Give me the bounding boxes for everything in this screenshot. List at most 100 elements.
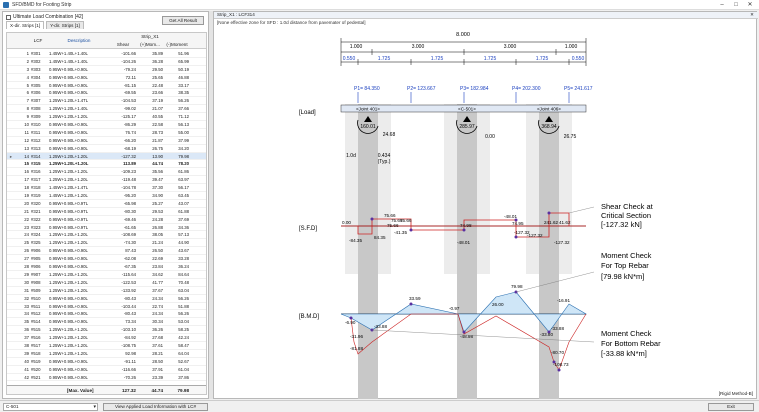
table-row[interactable]: 32 #510 0.95W+0.90L+0.90L -80.43 24.34 56.26 bbox=[7, 295, 206, 303]
row-moment-pos: 21.07 bbox=[152, 106, 163, 112]
row-description: 0.95W+0.90L+0.90L bbox=[49, 311, 88, 317]
table-row[interactable]: 30 #908 1.25W+1.20L+1.20L -122.53 41.77 70.48 bbox=[7, 279, 206, 287]
bmd-value: 26.00 bbox=[492, 302, 504, 307]
row-description: 1.25W+1.20L+1.20L bbox=[49, 342, 88, 348]
col-description[interactable]: Description bbox=[49, 38, 109, 43]
row-shear: -95.20 bbox=[123, 193, 136, 199]
table-row[interactable]: 34 #512 0.95W+0.90L+0.90L -80.43 24.34 56.26 bbox=[7, 310, 206, 319]
chevron-down-icon[interactable]: ▾ bbox=[93, 404, 96, 410]
table-row[interactable]: 35 #514 0.95W+0.90L+0.90L 73.34 30.34 53.04 bbox=[7, 318, 206, 327]
table-row[interactable]: 26 #906 0.95W+0.90L+0.90L 87.43 26.50 43.67 bbox=[7, 247, 206, 256]
dim-j: 0.550 bbox=[572, 56, 585, 62]
row-moment-pos: 37.61 bbox=[152, 342, 163, 348]
row-shear: 76.74 bbox=[125, 129, 136, 135]
table-row[interactable]: 10 #310 0.95W+0.90L+0.90L -86.29 22.58 56.13 bbox=[7, 121, 206, 129]
table-row[interactable]: 17 #317 1.25W+1.20L+1.20L -119.48 39.47 63.97 bbox=[7, 176, 206, 185]
table-row[interactable]: 3 #303 0.95W+0.90L+0.90L -79.24 29.50 50.19 bbox=[7, 66, 206, 74]
view-load-info-button[interactable]: View Applied Load Information with LC# bbox=[103, 403, 208, 411]
tab-x-dir-strips[interactable]: X-dir. Strips [1] bbox=[6, 21, 45, 29]
row-shear: -108.69 bbox=[121, 232, 136, 238]
row-number: 14 bbox=[24, 153, 29, 159]
bmd-value: -6.90 bbox=[345, 320, 356, 325]
table-row[interactable]: 21 #321 0.95W+0.90L+0.9TL -80.30 29.53 61.88 bbox=[7, 208, 206, 216]
row-shear: 87.43 bbox=[125, 248, 136, 254]
table-row[interactable]: ▸ 14 #314 1.25W+1.20L+1.20L -127.32 13.90 79.9… bbox=[7, 152, 206, 161]
table-row[interactable]: 41 #520 0.95W+0.90L+0.90L -116.66 37.91 61.04 bbox=[7, 366, 206, 374]
table-row[interactable]: 11 #311 0.95W+0.90L+0.90L 76.74 28.73 55.00 bbox=[7, 129, 206, 137]
table-row[interactable]: 33 #511 0.95W+0.90L+0.90L -103.44 22.74 51.88 bbox=[7, 303, 206, 311]
combo-value: C-501 bbox=[6, 404, 19, 409]
exit-button[interactable]: Exit bbox=[708, 403, 754, 411]
row-description: 1.25W+1.20L+1.4TL bbox=[49, 98, 89, 104]
table-row[interactable]: 1 #301 1.45W+1.40L+1.40L -101.66 35.89 51.96 bbox=[7, 50, 206, 58]
table-row[interactable]: 20 #320 0.95W+0.90L+0.9TL -65.98 25.27 43.07 bbox=[7, 200, 206, 208]
row-moment-pos: 38.05 bbox=[152, 232, 163, 238]
col-moment-neg[interactable]: (-)Moment bbox=[164, 42, 190, 47]
table-row[interactable]: 23 #323 0.95W+0.90L+0.9TL -61.65 26.88 34.36 bbox=[7, 224, 206, 232]
table-row[interactable]: 7 #307 1.25W+1.20L+1.4TL -104.53 37.19 56.26 bbox=[7, 97, 206, 106]
lcf-combo-select[interactable]: C-501 ▾ bbox=[3, 403, 98, 411]
table-row[interactable]: 12 #312 0.95W+0.90L+0.90L -66.20 21.87 37.99 bbox=[7, 137, 206, 145]
table-row[interactable]: 37 #516 1.25W+1.20L+1.20L -84.92 27.68 42.24 bbox=[7, 334, 206, 342]
row-moment-pos: 25.65 bbox=[152, 74, 163, 80]
row-description: 1.25W+1.20L+1.20L bbox=[49, 335, 88, 341]
row-moment-pos: 28.50 bbox=[152, 358, 163, 364]
max-value-row: [Max. Value] 127.32 44.74 79.98 bbox=[7, 385, 206, 394]
tab-y-dir-strips[interactable]: Y-dir. Strips [1] bbox=[46, 21, 84, 29]
table-row[interactable]: 16 #316 1.25W+1.20L+1.20L -109.23 35.56 61.86 bbox=[7, 168, 206, 177]
table-row[interactable]: 31 #509 1.25W+1.20L+1.20L -133.92 37.67 63.04 bbox=[7, 287, 206, 295]
row-moment-pos: 37.19 bbox=[152, 98, 163, 104]
row-description: 0.95W+0.90L+0.90L bbox=[49, 248, 88, 254]
sfd-value: 74.95 bbox=[512, 221, 524, 226]
table-row[interactable]: 24 #324 1.25W+1.20L+1.20L -108.69 38.05 57.13 bbox=[7, 231, 206, 240]
row-shear: -69.46 bbox=[123, 216, 136, 222]
row-moment-neg: 44.90 bbox=[178, 240, 189, 246]
table-row[interactable]: 40 #519 0.95W+0.90L+0.90L -91.11 28.50 52.67 bbox=[7, 358, 206, 366]
row-moment-neg: 53.04 bbox=[178, 319, 189, 325]
minimize-button[interactable]: – bbox=[715, 0, 729, 10]
col-shear[interactable]: Shear bbox=[110, 42, 136, 47]
table-row[interactable]: 28 #906 0.95W+0.90L+0.90L -67.35 23.84 36.24 bbox=[7, 263, 206, 271]
table-row[interactable]: 18 #318 1.45W+1.20L+1.4TL -104.78 37.30 56.17 bbox=[7, 184, 206, 193]
row-description: 1.25W+1.20L+1.20L bbox=[49, 161, 89, 167]
table-row[interactable]: 2 #302 1.45W+1.40L+1.40L -104.26 36.28 65.99 bbox=[7, 58, 206, 66]
moment-top-title: Moment Check bbox=[601, 251, 652, 260]
col-lcf[interactable]: LCF bbox=[29, 38, 47, 43]
table-row[interactable]: 6 #306 0.95W+0.90L+0.90L -69.55 23.66 38.35 bbox=[7, 89, 206, 98]
row-description: 0.95W+0.90L+0.90L bbox=[49, 90, 88, 96]
table-row[interactable]: 4 #304 0.95W+0.90L+0.90L 72.11 25.65 46.88 bbox=[7, 74, 206, 82]
joint-c501: <C-501> bbox=[458, 107, 476, 112]
load-combination-group[interactable]: Ultimate Load Combination [42] bbox=[6, 14, 83, 20]
table-row[interactable]: 39 #518 1.25W+1.20L+1.20L 92.98 28.21 64.04 bbox=[7, 350, 206, 358]
row-lcf: #906 bbox=[31, 248, 41, 254]
row-number: 18 bbox=[24, 185, 29, 191]
table-row[interactable]: 42 #521 0.95W+0.90L+0.90L -70.26 23.39 37.86 bbox=[7, 374, 206, 382]
row-description: 1.25W+1.20L+1.20L bbox=[49, 232, 88, 238]
row-description: 1.25W+1.20L+1.20L bbox=[49, 153, 88, 159]
row-lcf: #320 bbox=[31, 200, 41, 206]
combination-checkbox[interactable] bbox=[6, 14, 11, 20]
dist-typ: (Typ.) bbox=[378, 159, 391, 165]
maximize-button[interactable]: □ bbox=[729, 0, 743, 10]
sfd-bmd-diagram: 8.000 1.000 3.000 3.000 1.000 0.550 1.72… bbox=[299, 32, 661, 399]
table-row[interactable]: 38 #517 1.25W+1.20L+1.20L -108.75 37.61 58.47 bbox=[7, 342, 206, 350]
table-row[interactable]: 9 #309 1.25W+1.20L+1.20L -125.17 40.55 71.12 bbox=[7, 113, 206, 122]
table-row[interactable]: 8 #308 1.25W+1.20L+1.40L -99.02 21.07 37.66 bbox=[7, 105, 206, 114]
table-row[interactable]: 15 #315 1.25W+1.20L+1.20L 113.89 44.74 78.20 bbox=[7, 160, 206, 169]
row-shear: -80.30 bbox=[123, 208, 136, 214]
table-row[interactable]: 19 #319 1.45W+1.20L+1.20L -95.20 34.90 63.45 bbox=[7, 192, 206, 200]
row-shear: -74.30 bbox=[123, 240, 136, 246]
row-moment-pos: 24.34 bbox=[152, 295, 163, 301]
get-all-result-button[interactable]: Get All Result bbox=[162, 16, 204, 25]
row-description: 1.25W+1.20L+1.20L bbox=[49, 114, 88, 120]
table-row[interactable]: 22 #322 0.95W+0.90L+0.9TL -69.46 24.28 37.69 bbox=[7, 216, 206, 224]
table-row[interactable]: 27 #905 0.95W+0.90L+0.90L -62.08 22.69 33.28 bbox=[7, 255, 206, 264]
table-row[interactable]: 5 #305 0.95W+0.90L+0.90L -81.15 22.48 33.17 bbox=[7, 82, 206, 90]
table-row[interactable]: 29 #907 1.25W+1.20L+1.20L -115.64 34.62 84.64 bbox=[7, 271, 206, 279]
table-row[interactable]: 25 #325 1.25W+1.20L+1.20L -74.30 21.24 44.90 bbox=[7, 239, 206, 248]
col-moment-pos[interactable]: (+)Mom... bbox=[137, 42, 163, 47]
row-number: 21 bbox=[24, 208, 29, 214]
table-row[interactable]: 13 #313 0.95W+0.90L+0.90L -68.19 26.75 34.20 bbox=[7, 145, 206, 153]
close-button[interactable]: ✕ bbox=[743, 0, 757, 10]
table-row[interactable]: 36 #515 1.25W+1.20L+1.20L -103.10 36.26 58.25 bbox=[7, 326, 206, 335]
